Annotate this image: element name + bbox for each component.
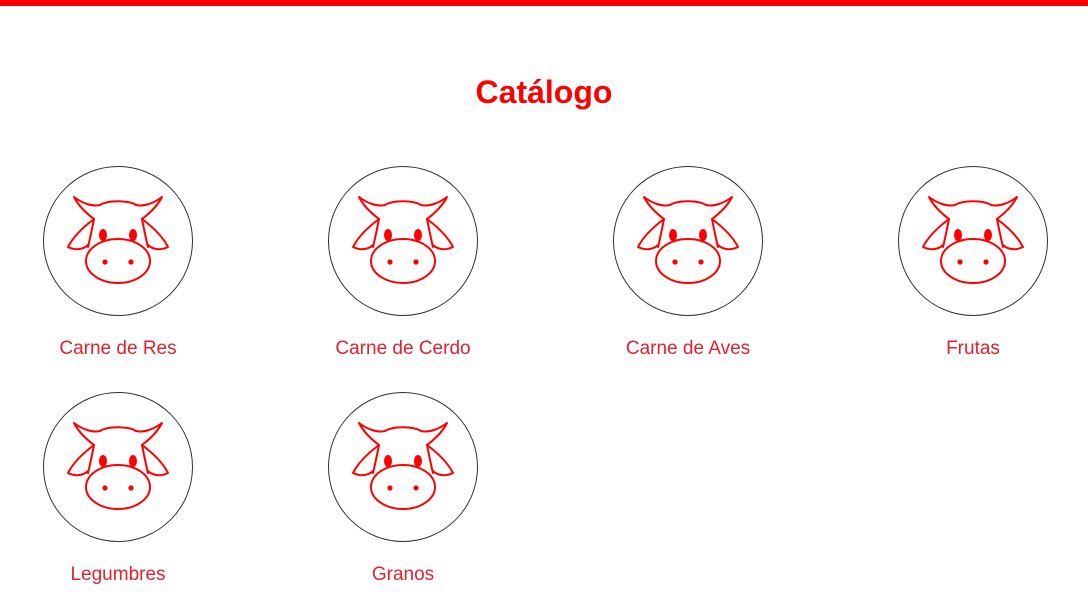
catalog-item-carne-de-res[interactable]: Carne de Res [18, 166, 218, 366]
catalog-item-label: Legumbres [70, 564, 166, 585]
catalog-item-label: Carne de Cerdo [335, 338, 471, 359]
catalog-item-image [43, 166, 193, 316]
catalog-item-label: Frutas [946, 338, 1000, 359]
catalog-grid: Carne de Res Carne de Cerdo Carne de Ave… [0, 0, 1088, 611]
catalog-item-image [43, 392, 193, 542]
cow-icon [67, 422, 169, 510]
catalog-item-legumbres[interactable]: Legumbres [18, 392, 218, 592]
catalog-item-image [328, 392, 478, 542]
catalog-item-frutas[interactable]: Frutas [873, 166, 1073, 366]
catalog-item-image [328, 166, 478, 316]
cow-icon [67, 196, 169, 284]
catalog-item-label: Carne de Res [59, 338, 177, 359]
catalog-item-image [613, 166, 763, 316]
catalog-item-granos[interactable]: Granos [303, 392, 503, 592]
cow-icon [922, 196, 1024, 284]
catalog-item-image [898, 166, 1048, 316]
cow-icon [352, 196, 454, 284]
catalog-item-label: Granos [371, 564, 435, 585]
catalog-item-carne-de-cerdo[interactable]: Carne de Cerdo [303, 166, 503, 366]
catalog-item-carne-de-aves[interactable]: Carne de Aves [588, 166, 788, 366]
catalog-item-label: Carne de Aves [625, 338, 751, 359]
cow-icon [637, 196, 739, 284]
cow-icon [352, 422, 454, 510]
